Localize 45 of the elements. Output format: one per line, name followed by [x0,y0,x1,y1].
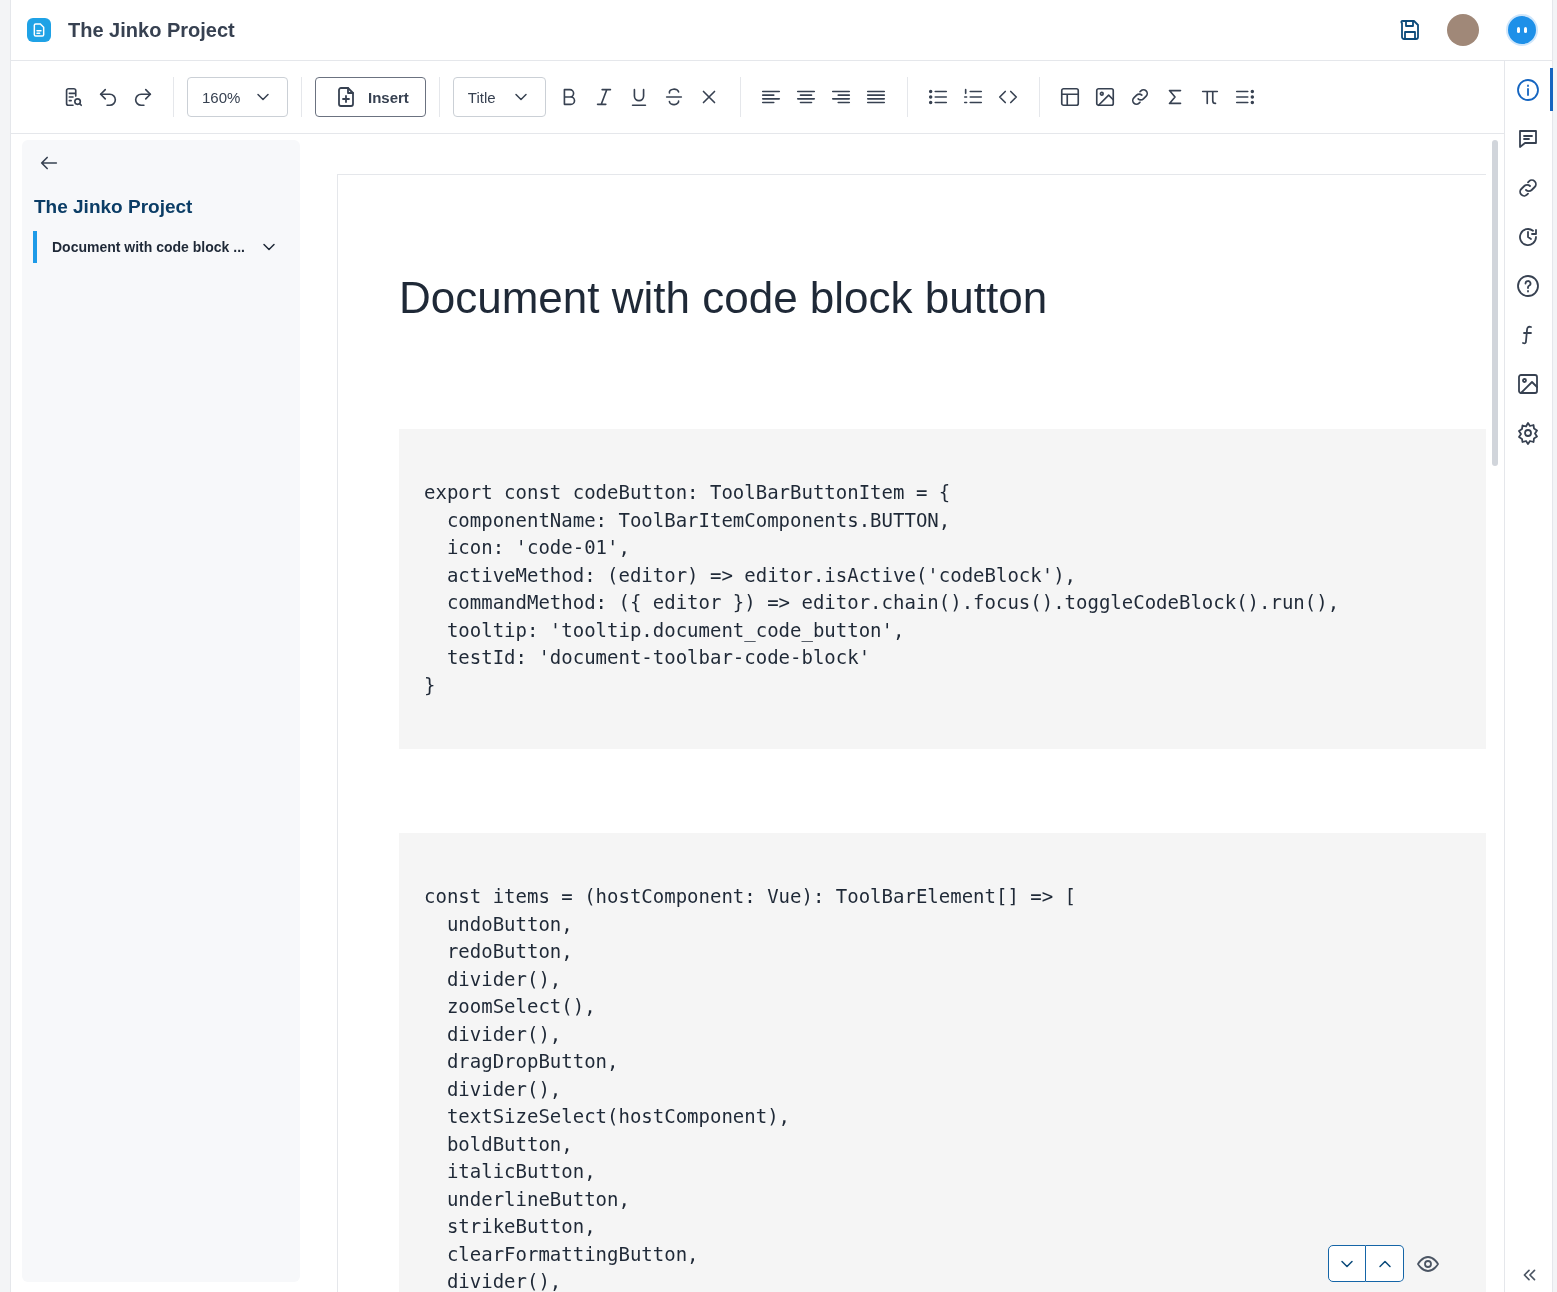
settings-icon [1515,420,1540,445]
image-icon [1515,371,1540,396]
zoom-select[interactable]: 160% [187,77,288,117]
scrollbar[interactable] [1492,140,1498,466]
code-line: divider(), [445,1269,562,1292]
sidebar-item[interactable]: Document with code block ... [33,231,283,263]
next-button[interactable] [1328,1245,1366,1282]
code-line: divider(), [445,1021,562,1047]
code-line: tooltip: 'tooltip.document_code_button', [445,617,905,644]
save-button[interactable] [1398,18,1422,42]
code-line: divider(), [445,966,562,992]
document-logo-icon [27,18,51,42]
code-line: strikeButton, [445,1214,596,1239]
code-line: componentName: ToolBarItemComponents.BUTTON, [445,507,951,533]
table-icon [1059,86,1082,108]
code-line: boldButton, [445,1131,573,1157]
code-line: } [424,672,436,698]
code-line: activeMethod: (editor) => editor.isActive('codeBlock'), [445,562,1077,588]
code-line: zoomSelect(), [445,994,596,1019]
code-block[interactable] [399,833,1486,1292]
insert-button[interactable]: Insert [315,77,426,117]
code-line: undoButton, [445,911,573,937]
sidebar-project-title: The Jinko Project [34,196,194,218]
help-icon [1515,273,1540,298]
chat-assistant-icon[interactable] [1506,14,1538,46]
user-avatar[interactable] [1447,14,1479,46]
code-line: italicButton, [445,1159,596,1184]
code-line: icon: 'code-01', [445,535,630,560]
code-line: underlineButton, [445,1186,630,1212]
project-title: The Jinko Project [68,18,235,42]
code-line: divider(), [445,1076,562,1102]
code-line: redoButton, [445,939,573,964]
save-icon [1398,18,1422,42]
code-line: const items = (hostComponent: Vue): ToolBarElement[] => [ [424,884,1077,909]
code-line: export const codeButton: ToolBarButtonItem = { [424,480,951,505]
previous-button[interactable] [1366,1245,1404,1282]
document-title[interactable]: Document with code block button [399,273,1486,323]
info-icon [1515,77,1540,102]
code-line: dragDropButton, [445,1049,619,1074]
image-icon [1094,86,1117,108]
code-line: clearFormattingButton, [445,1241,699,1267]
code-line: testId: 'document-toolbar-code-block' [445,645,871,670]
code-line: commandMethod: ({ editor }) => editor.chain().focus().toggleCodeBlock().run(), [445,590,1340,615]
code-line: textSizeSelect(hostComponent), [445,1104,791,1129]
text-style-select[interactable]: Title [452,77,546,117]
